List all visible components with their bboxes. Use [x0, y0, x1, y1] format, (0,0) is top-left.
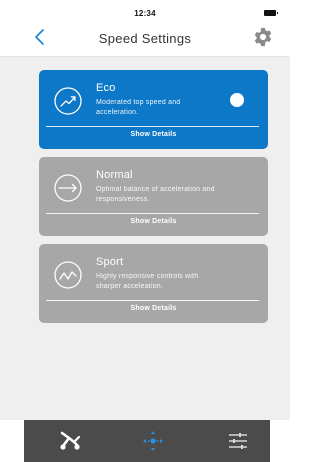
divider: [46, 126, 259, 127]
mode-description: Moderated top speed and acceleration.: [96, 99, 181, 116]
normal-speed-icon: [54, 174, 82, 202]
tab-bar: [24, 420, 270, 462]
mode-description: Highly responsive controls with sharper …: [96, 273, 199, 290]
show-details-button[interactable]: Show Details: [39, 305, 268, 312]
mode-name: Sport: [96, 256, 124, 268]
show-details-button[interactable]: Show Details: [39, 131, 268, 138]
divider: [46, 300, 259, 301]
mode-selected-indicator[interactable]: [230, 93, 244, 107]
sliders-icon[interactable]: [226, 429, 250, 453]
eco-speed-icon: [54, 87, 82, 115]
scooter-icon[interactable]: [58, 429, 82, 453]
mode-card-sport[interactable]: Sport Highly responsive controls with sh…: [39, 244, 268, 323]
sport-speed-icon: [54, 261, 82, 289]
gear-icon[interactable]: [252, 26, 274, 48]
mode-card-eco[interactable]: Eco Moderated top speed and acceleration…: [39, 70, 268, 149]
mode-description: Optimal balance of acceleration and resp…: [96, 186, 215, 203]
show-details-button[interactable]: Show Details: [39, 218, 268, 225]
mode-name: Normal: [96, 169, 133, 181]
mode-name: Eco: [96, 82, 116, 94]
status-time: 12:34: [134, 9, 156, 18]
status-bar: 12:34: [0, 0, 290, 22]
divider: [46, 213, 259, 214]
battery-icon: [264, 10, 278, 16]
mode-card-normal[interactable]: Normal Optimal balance of acceleration a…: [39, 157, 268, 236]
navigation-bar: Speed Settings: [0, 22, 290, 57]
move-icon[interactable]: [141, 429, 165, 453]
page-title: Speed Settings: [98, 31, 192, 46]
content-area: Eco Moderated top speed and acceleration…: [0, 57, 290, 420]
